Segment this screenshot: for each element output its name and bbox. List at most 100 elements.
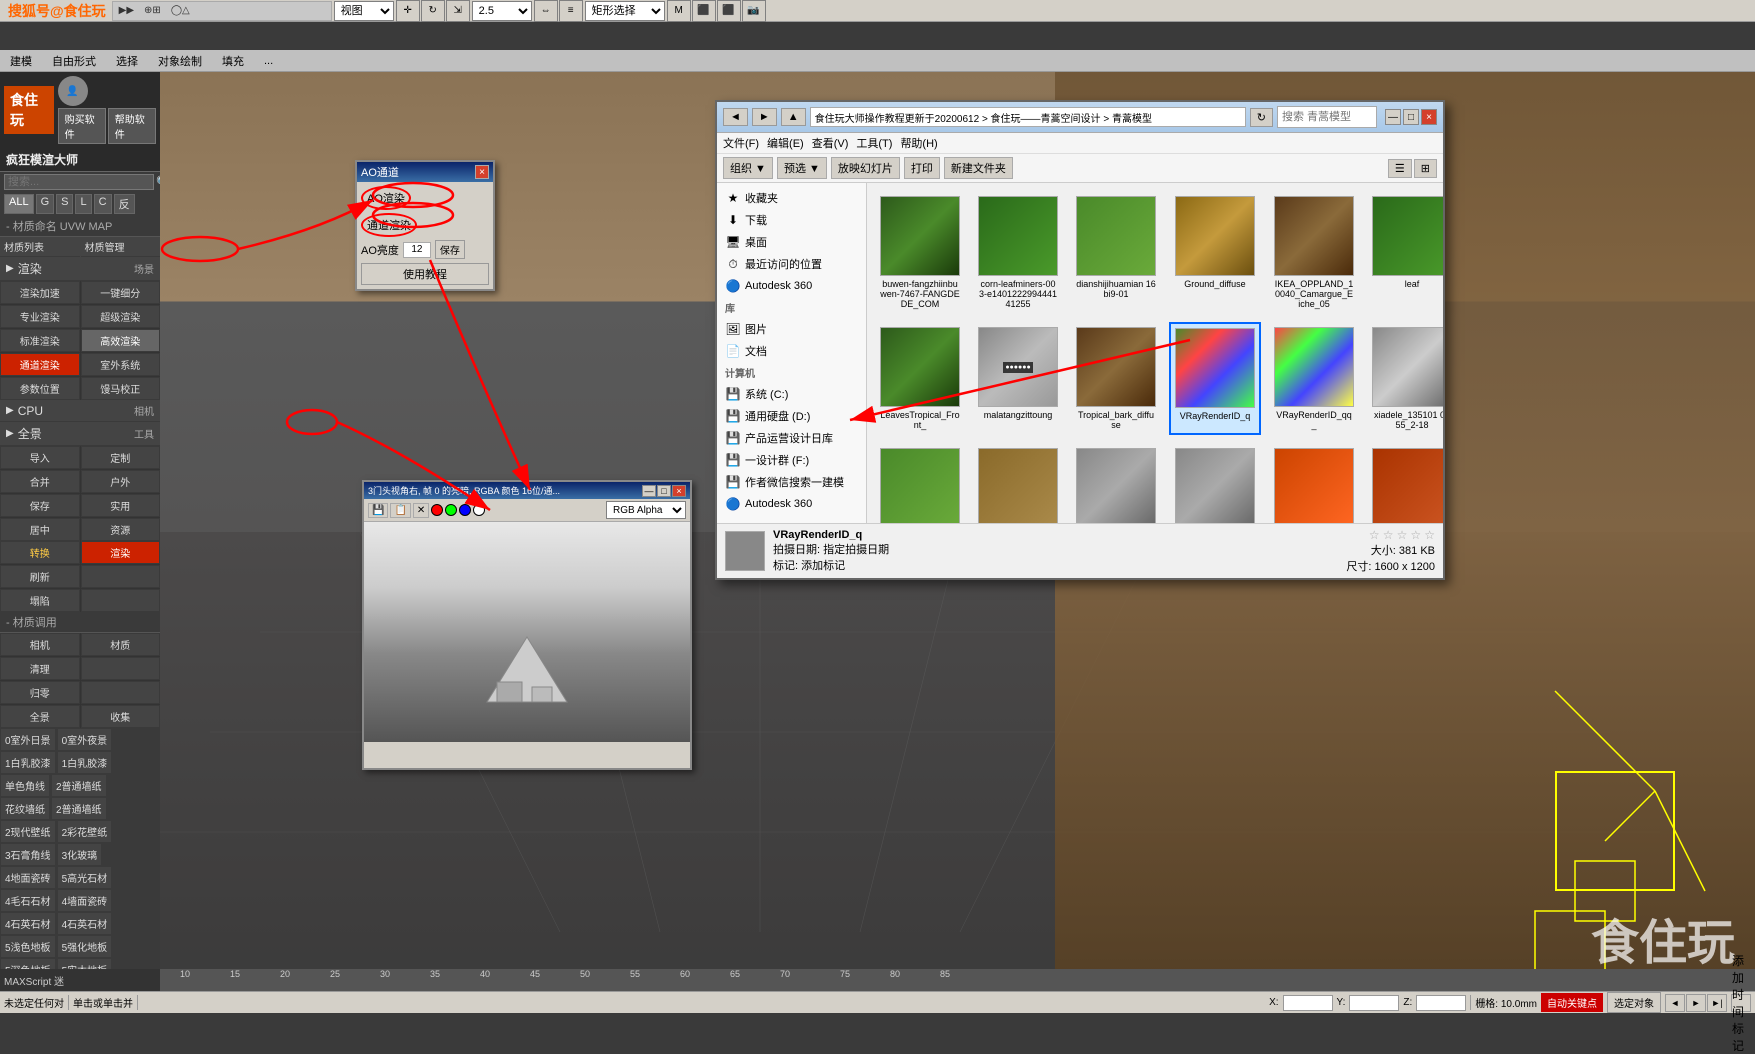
- btn-cam[interactable]: 📷: [742, 0, 766, 22]
- fb-sidebar-c-drive[interactable]: 💾 系统 (C:): [717, 383, 866, 405]
- mat-2-wallpaper2[interactable]: 2普通墙纸: [51, 797, 107, 820]
- rw-color-green[interactable]: [445, 504, 457, 516]
- fb-star-3[interactable]: ☆: [1397, 528, 1408, 542]
- sub-tab-modeling[interactable]: 建模: [4, 52, 38, 70]
- fb-menu-edit[interactable]: 编辑(E): [767, 135, 804, 151]
- mat-4-hairstone[interactable]: 4毛石石材: [0, 889, 56, 912]
- fb-sidebar-wechat[interactable]: 💾 作者微信搜索一建模: [717, 471, 866, 493]
- fullscene-btn[interactable]: 全景: [0, 705, 80, 728]
- fb-sidebar-product-dir[interactable]: 💾 产品运营设计日库: [717, 427, 866, 449]
- fb-star-4[interactable]: ☆: [1410, 528, 1421, 542]
- rw-minimize-btn[interactable]: —: [642, 485, 656, 497]
- fb-organize-btn[interactable]: 组织 ▼: [723, 157, 773, 179]
- mat-pattern-wall[interactable]: 花纹墙纸: [0, 797, 50, 820]
- auto-key-btn[interactable]: 自动关键点: [1541, 993, 1603, 1012]
- high-render-btn[interactable]: 高效渲染: [81, 329, 161, 352]
- y-input[interactable]: [1349, 995, 1399, 1011]
- select-obj-btn[interactable]: 选定对象: [1607, 992, 1661, 1013]
- mat-4-quartz[interactable]: 4石英石材: [0, 912, 56, 935]
- mat-single-line[interactable]: 单色角线: [0, 774, 50, 797]
- fb-print-btn[interactable]: 打印: [904, 157, 940, 179]
- tab-reverse[interactable]: 反: [114, 194, 135, 214]
- rw-color-white[interactable]: [473, 504, 485, 516]
- fb-item-5[interactable]: leaf: [1367, 191, 1443, 314]
- rw-color-red[interactable]: [431, 504, 443, 516]
- fb-item-6[interactable]: LeavesTropical_Front_: [875, 322, 965, 435]
- fb-new-folder-btn[interactable]: 新建文件夹: [944, 157, 1013, 179]
- sub-tab-freeform[interactable]: 自由形式: [46, 52, 102, 70]
- tab-l[interactable]: L: [75, 194, 91, 214]
- center-btn[interactable]: 居中: [0, 518, 80, 541]
- view-dropdown[interactable]: 视图: [334, 1, 394, 21]
- select-dropdown[interactable]: 矩形选择: [585, 1, 665, 21]
- onekey-detail-btn[interactable]: 一键细分: [81, 281, 161, 304]
- fb-sidebar-pictures[interactable]: 🖼 图片: [717, 318, 866, 340]
- fb-item-0[interactable]: buwen-fangzhiinbuwen-7467-FANGDEDE_COM: [875, 191, 965, 314]
- btn-render1[interactable]: ⬛: [692, 0, 716, 22]
- fb-search-input[interactable]: [1277, 106, 1377, 128]
- buy-software-btn[interactable]: 购买软件: [58, 108, 106, 144]
- std-render-btn[interactable]: 标准渲染: [0, 329, 80, 352]
- pro-render-btn[interactable]: 专业渲染: [0, 305, 80, 328]
- material-list-btn[interactable]: 材质列表: [0, 237, 80, 257]
- fb-item-13[interactable]: xiadele_depositphotos_14588897-Turmeric-…: [973, 443, 1063, 523]
- tab-all[interactable]: ALL: [4, 194, 34, 214]
- channel-render-btn[interactable]: 通道渲染: [0, 353, 80, 376]
- mat-0-outdoor-night[interactable]: 0室外夜景: [57, 728, 113, 751]
- material-manage-btn[interactable]: 材质管理: [81, 237, 161, 257]
- fb-sidebar-d-drive[interactable]: 💾 通用硬盘 (D:): [717, 405, 866, 427]
- fb-path-bar[interactable]: 食住玩大师操作教程更新于20200612 > 食住玩——青蒿空间设计 > 青蒿模…: [810, 107, 1246, 127]
- fb-item-11[interactable]: xiadele_135101 0555_2-18: [1367, 322, 1443, 435]
- mat-cam-btn[interactable]: 相机: [0, 633, 80, 656]
- fb-sidebar-favorites[interactable]: ★ 收藏夹: [717, 187, 866, 209]
- fb-forward-btn[interactable]: ►: [752, 108, 777, 126]
- accel-render-btn[interactable]: 渲染加速: [0, 281, 80, 304]
- clean-btn[interactable]: 清理: [0, 657, 80, 680]
- merge-btn[interactable]: 合并: [0, 470, 80, 493]
- sub-tab-extra[interactable]: ...: [258, 54, 279, 68]
- search-input[interactable]: [4, 174, 154, 190]
- rw-copy-btn[interactable]: 📋: [390, 503, 410, 518]
- mat-1-white-latex[interactable]: 1白乳胶漆: [0, 751, 56, 774]
- fb-star-1[interactable]: ☆: [1369, 528, 1380, 542]
- mat-0-outdoor-day[interactable]: 0室外日景: [0, 728, 56, 751]
- fb-preview-btn[interactable]: 预选 ▼: [777, 157, 827, 179]
- fb-view-grid-btn[interactable]: ⊞: [1414, 159, 1437, 178]
- sub-tab-paint[interactable]: 对象绘制: [152, 52, 208, 70]
- btn-render2[interactable]: ⬛: [717, 0, 741, 22]
- nav-play-btn[interactable]: ►: [1686, 994, 1706, 1012]
- fb-star-5[interactable]: ☆: [1424, 528, 1435, 542]
- help-software-btn[interactable]: 帮助软件: [108, 108, 156, 144]
- fb-item-14[interactable]: xiadele_tekstili3-BEMP: [1071, 443, 1161, 523]
- mat-5-stone[interactable]: 5高光石材: [57, 866, 113, 889]
- percent-dropdown[interactable]: 2.5 %: [472, 1, 532, 21]
- fb-sidebar-recent[interactable]: ⏱ 最近访问的位置: [717, 253, 866, 275]
- mat-4-quartz2[interactable]: 4石英石材: [57, 912, 113, 935]
- fb-sidebar-autodesk2[interactable]: 🔵 Autodesk 360: [717, 493, 866, 515]
- search-icon[interactable]: 🔍: [156, 175, 160, 189]
- fb-up-btn[interactable]: ▲: [781, 108, 806, 126]
- rw-clear-btn[interactable]: ✕: [413, 503, 429, 518]
- sidebar-render[interactable]: ▶ 渲染 场景: [0, 257, 160, 281]
- rw-channel-select[interactable]: RGB Alpha: [606, 501, 686, 519]
- sidebar-panorama[interactable]: ▶ 全景 工具: [0, 422, 160, 446]
- fb-menu-tools[interactable]: 工具(T): [856, 135, 892, 151]
- x-input[interactable]: [1283, 995, 1333, 1011]
- sidebar-cpu[interactable]: ▶ CPU 相机: [0, 400, 160, 422]
- mat-5-light-floor[interactable]: 5浅色地板: [0, 935, 56, 958]
- fb-item-15[interactable]: xiadele_tekstury_tekstura_edy_7145: [1169, 443, 1261, 523]
- fb-item-1[interactable]: corn-leafminers-003-e140122299444141255: [973, 191, 1063, 314]
- fb-item-4[interactable]: IKEA_OPPLAND_10040_Camargue_Eiche_05: [1269, 191, 1359, 314]
- fb-item-9[interactable]: VRayRenderID_q: [1169, 322, 1261, 435]
- fb-menu-help[interactable]: 帮助(H): [900, 135, 937, 151]
- fb-maximize-btn[interactable]: □: [1403, 109, 1419, 125]
- rw-save-btn[interactable]: 💾: [368, 503, 388, 518]
- nav-prev-btn[interactable]: ◄: [1665, 994, 1685, 1012]
- fb-refresh-btn[interactable]: ↻: [1250, 108, 1273, 127]
- fb-item-7[interactable]: ●●●●●● malatangzittoung: [973, 322, 1063, 435]
- rw-maximize-btn[interactable]: □: [657, 485, 671, 497]
- fb-minimize-btn[interactable]: —: [1385, 109, 1401, 125]
- mat-3-gypsum[interactable]: 3石膏角线: [0, 843, 56, 866]
- z-input[interactable]: [1416, 995, 1466, 1011]
- sub-tab-select[interactable]: 选择: [110, 52, 144, 70]
